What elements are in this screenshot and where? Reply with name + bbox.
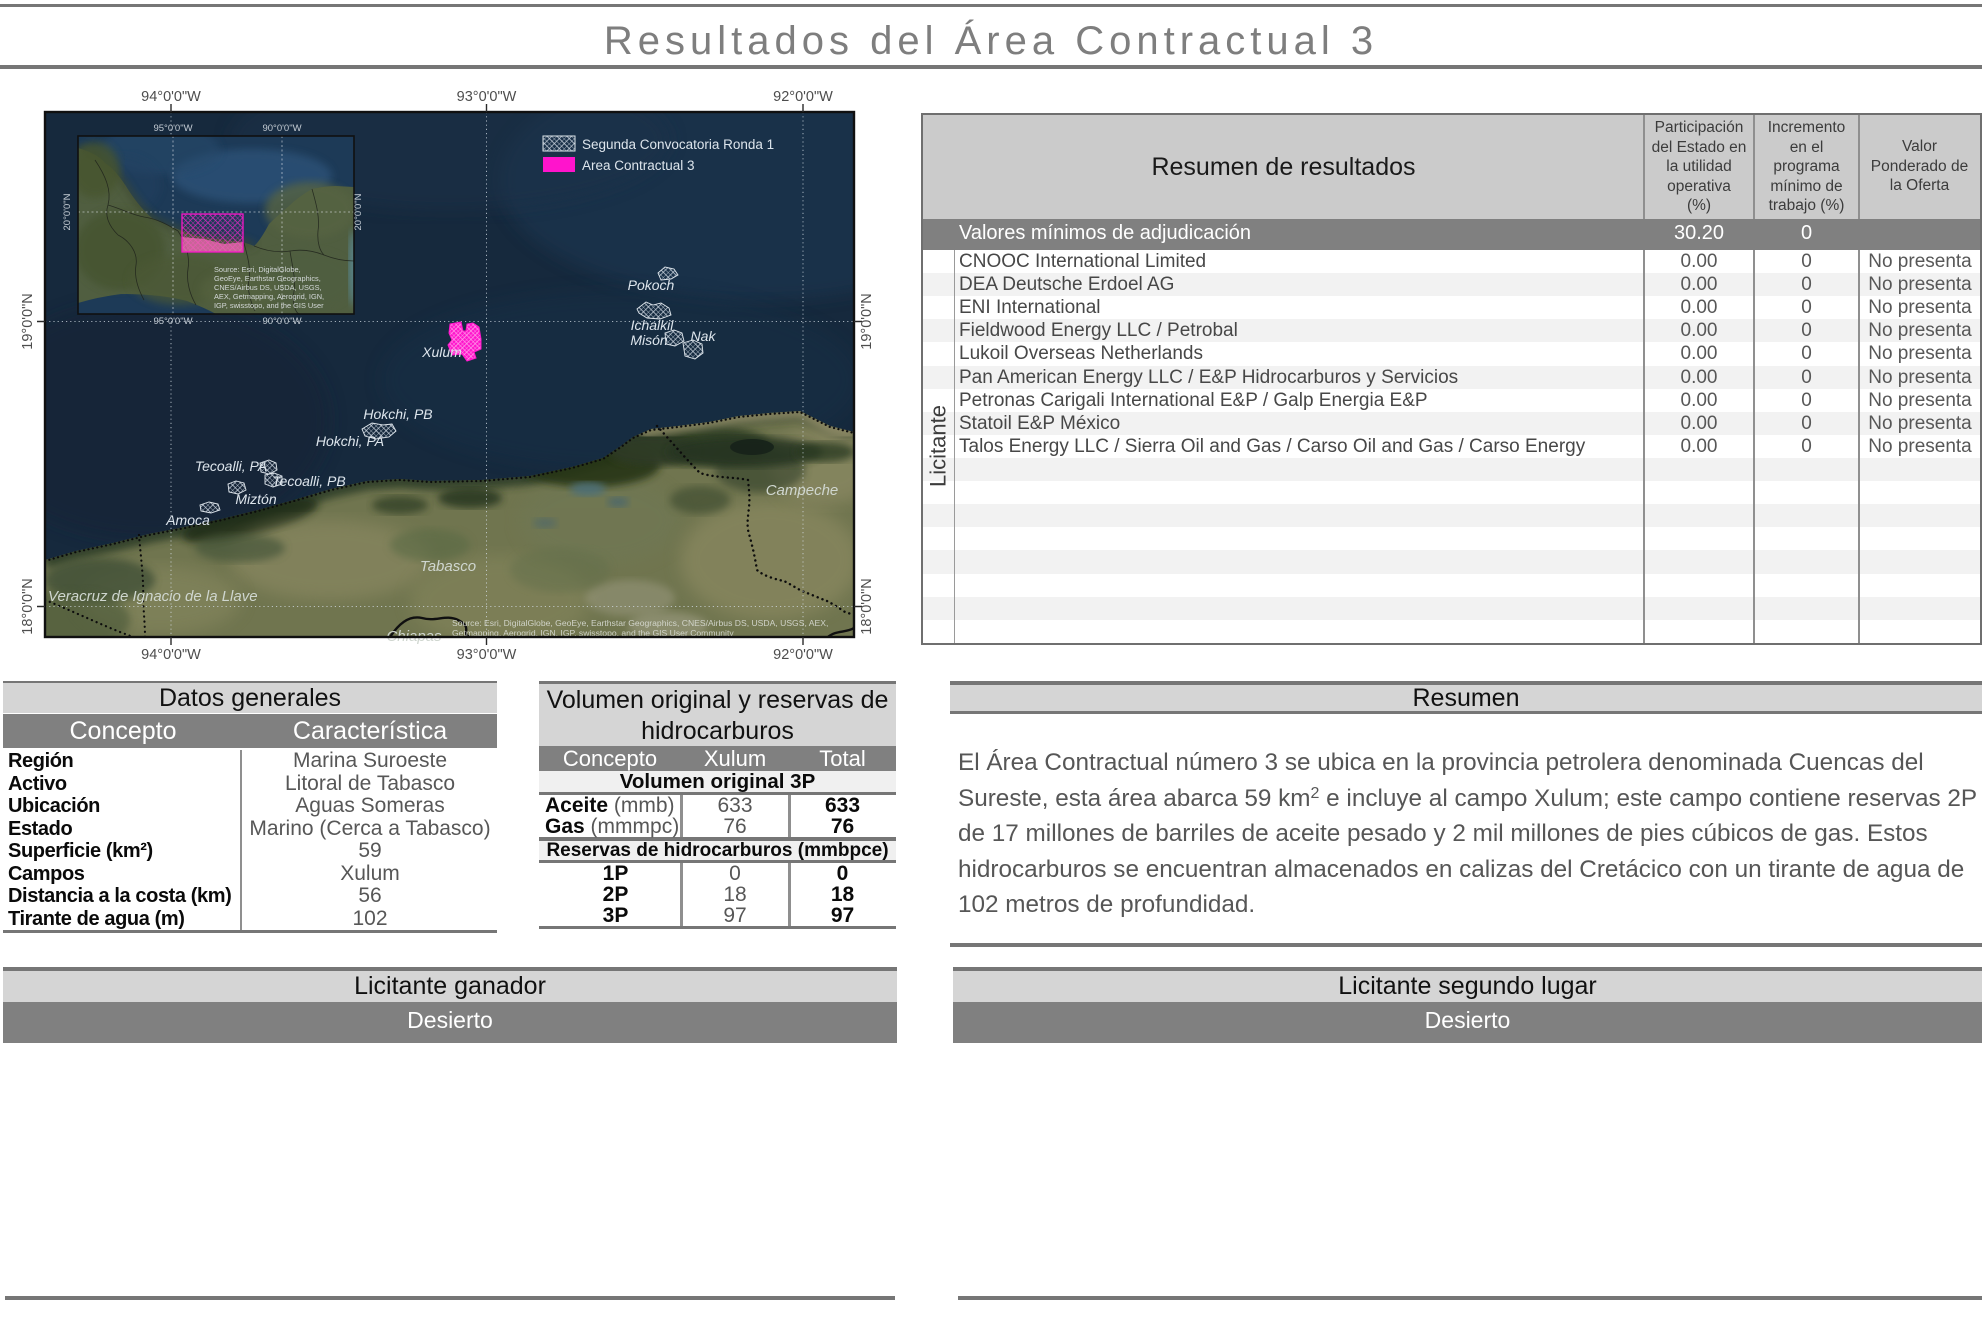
svg-text:Source: Esri, DigitalGlobe,: Source: Esri, DigitalGlobe, [214,265,301,274]
svg-text:Misón: Misón [630,332,668,348]
svg-text:95°0'0"W: 95°0'0"W [153,123,192,134]
svg-text:18°0'0"N: 18°0'0"N [20,578,36,634]
svg-text:93°0'0"W: 93°0'0"W [457,89,517,105]
svg-text:Hokchi, PB: Hokchi, PB [363,406,432,422]
svg-text:Xulum: Xulum [421,344,462,360]
svg-text:Source: Esri, DigitalGlobe, Ge: Source: Esri, DigitalGlobe, GeoEye, Eart… [452,618,828,628]
svg-text:Veracruz de Ignacio de la Llav: Veracruz de Ignacio de la Llave [48,588,258,605]
svg-text:IGP, swisstopo, and the GIS Us: IGP, swisstopo, and the GIS User [214,301,324,310]
svg-text:20°0'0"N: 20°0'0"N [62,193,73,230]
svg-text:Tecoalli, PA: Tecoalli, PA [195,458,267,474]
svg-text:92°0'0"W: 92°0'0"W [773,89,833,105]
svg-text:93°0'0"W: 93°0'0"W [457,647,517,663]
svg-text:Amoca: Amoca [165,512,210,528]
svg-text:Pokoch: Pokoch [628,277,675,293]
svg-text:19°0'0"N: 19°0'0"N [859,293,875,349]
svg-text:90°0'0"W: 90°0'0"W [262,316,301,327]
svg-text:20°0'0"N: 20°0'0"N [353,193,364,230]
svg-text:18°0'0"N: 18°0'0"N [859,578,875,634]
svg-text:Ichalkil: Ichalkil [631,317,675,333]
svg-text:94°0'0"W: 94°0'0"W [141,647,201,663]
svg-text:19°0'0"N: 19°0'0"N [20,293,36,349]
svg-text:Tabasco: Tabasco [420,558,476,575]
svg-text:Area Contractual 3: Area Contractual 3 [582,158,695,173]
svg-text:Segunda Convocatoria Ronda 1: Segunda Convocatoria Ronda 1 [582,137,774,152]
svg-text:Nak: Nak [691,328,717,344]
svg-text:95°0'0"W: 95°0'0"W [153,316,192,327]
svg-text:Hokchi, PA: Hokchi, PA [316,433,384,449]
svg-text:Campeche: Campeche [766,482,839,499]
svg-text:90°0'0"W: 90°0'0"W [262,123,301,134]
svg-text:CNES/Airbus DS, USDA, USGS,: CNES/Airbus DS, USDA, USGS, [214,283,322,292]
svg-text:AEX, Getmapping, Aerogrid, IGN: AEX, Getmapping, Aerogrid, IGN, [214,292,324,301]
svg-text:Miztón: Miztón [235,491,276,507]
svg-text:GeoEye, Earthstar Geographics,: GeoEye, Earthstar Geographics, [214,274,321,283]
svg-text:Tecoalli, PB: Tecoalli, PB [272,473,345,489]
svg-text:94°0'0"W: 94°0'0"W [141,89,201,105]
svg-text:92°0'0"W: 92°0'0"W [773,647,833,663]
